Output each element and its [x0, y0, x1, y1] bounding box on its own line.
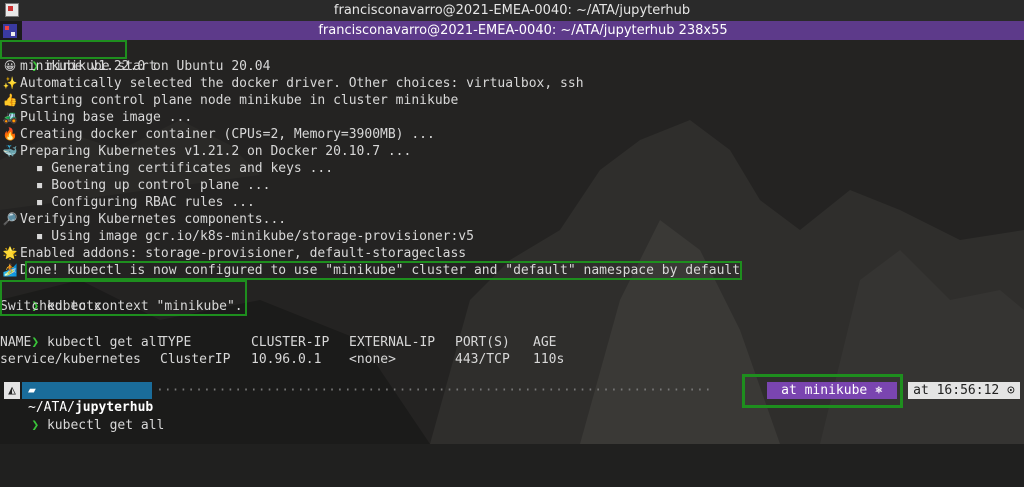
linux-icon: ◭ [4, 382, 20, 399]
time-segment: at 16:56:12 ⊙ [908, 382, 1020, 399]
output-line: ▪ Generating certificates and keys ... [20, 161, 334, 176]
output-line: 🐳 Preparing Kubernetes v1.21.2 on Docker … [0, 143, 412, 160]
highlight-box [0, 280, 247, 316]
command-line: ❯ kubectl get all [31, 335, 165, 350]
output-line: 🔎 Verifying Kubernetes components... [0, 211, 287, 228]
terminal-icon[interactable] [3, 23, 17, 38]
output-line: ▪ Using image gcr.io/k8s-minikube/storag… [20, 229, 474, 244]
fire-icon: 🔥 [2, 127, 18, 141]
tab-title: francisconavarro@2021-EMEA-0040: ~/ATA/j… [318, 23, 728, 38]
whale-icon: 🐳 [2, 144, 18, 158]
highlight-box [0, 40, 127, 59]
output-line: 👍 Starting control plane node minikube in… [0, 92, 459, 109]
tractor-icon: 🚜 [2, 110, 18, 124]
sparkles-icon: ✨ [2, 76, 18, 90]
app-icon[interactable] [5, 3, 19, 17]
output-line: 😀 minikube v1.22.0 on Ubuntu 20.04 [0, 58, 271, 75]
output-line: 🚜 Pulling base image ... [0, 109, 193, 126]
tab-active[interactable]: francisconavarro@2021-EMEA-0040: ~/ATA/j… [22, 21, 1024, 40]
window-titlebar: francisconavarro@2021-EMEA-0040: ~/ATA/j… [0, 0, 1024, 22]
table-row: service/kubernetes ClusterIP 10.96.0.1 <… [0, 352, 565, 367]
output-line: 🔥 Creating docker container (CPUs=2, Memo… [0, 126, 435, 143]
smile-icon: 😀 [3, 59, 17, 73]
surfer-icon: 🏄 [2, 263, 18, 277]
terminal-area[interactable]: ❯ minikube start 😀 minikube v1.22.0 on Ub… [0, 40, 1024, 444]
folder-icon: ▰ [28, 383, 36, 398]
thumbs-up-icon: 👍 [2, 93, 18, 107]
star-icon: 🌟 [2, 246, 18, 260]
prompt-filler: ········································… [156, 383, 712, 398]
highlight-box [25, 261, 742, 280]
path-segment: ▰ ~/ATA/jupyterhub [22, 382, 153, 415]
output-line: ▪ Configuring RBAC rules ... [20, 195, 255, 210]
highlight-box [742, 374, 903, 408]
output-line: ✨ Automatically selected the docker drive… [0, 75, 584, 92]
output-line: 🌟 Enabled addons: storage-provisioner, de… [0, 245, 467, 262]
magnifier-icon: 🔎 [2, 212, 18, 226]
tab-bar: francisconavarro@2021-EMEA-0040: ~/ATA/j… [0, 21, 1024, 40]
prompt-arrow-icon: ❯ [31, 418, 47, 433]
command-line: ❯ kubectl get all [31, 418, 165, 433]
table-header: NAME TYPE CLUSTER-IP EXTERNAL-IP PORT(S)… [0, 335, 557, 350]
output-line: ▪ Booting up control plane ... [20, 178, 271, 193]
window-title: francisconavarro@2021-EMEA-0040: ~/ATA/j… [333, 3, 691, 18]
